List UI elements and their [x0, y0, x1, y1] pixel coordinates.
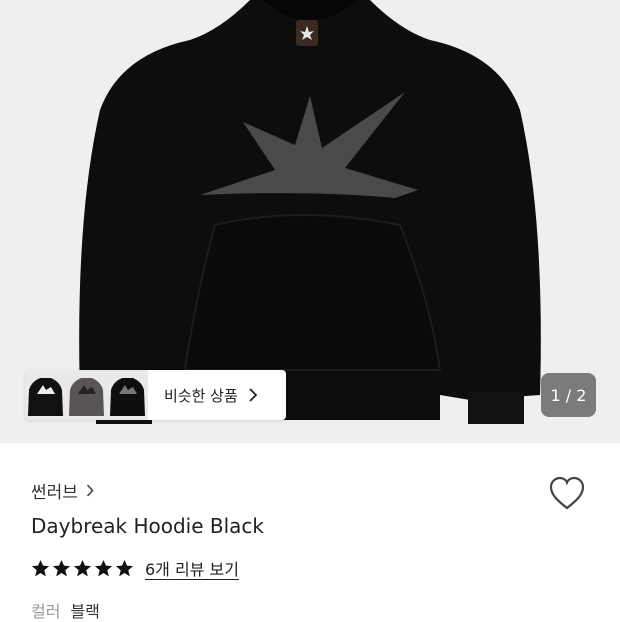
option-value: 블랙	[70, 602, 100, 621]
view-reviews-link[interactable]: 6개 리뷰 보기	[145, 556, 239, 580]
similar-thumbnail-grey	[66, 370, 107, 420]
star-icon	[73, 559, 92, 576]
rating-row: 6개 리뷰 보기	[31, 556, 239, 580]
star-icon	[94, 559, 113, 576]
similar-thumbnail-black-white	[25, 370, 66, 420]
image-pager: 1 / 2	[541, 373, 596, 417]
similar-thumbnails	[25, 370, 148, 420]
star-icon	[52, 559, 71, 576]
star-rating	[31, 559, 136, 578]
chevron-right-icon	[86, 484, 94, 497]
star-icon	[31, 559, 50, 576]
similar-products-text: 비슷한 상품	[164, 386, 238, 405]
product-title: Daybreak Hoodie Black	[31, 514, 265, 538]
similar-products-label: 비슷한 상품	[164, 385, 257, 406]
option-label: 컬러	[31, 602, 61, 621]
star-icon	[115, 559, 134, 576]
brand-name: 썬러브	[31, 483, 78, 503]
brand-link[interactable]: 썬러브	[31, 478, 94, 503]
similar-thumbnail-black-grey	[107, 370, 148, 420]
color-option: 컬러 블랙	[31, 598, 100, 622]
similar-products-button[interactable]: 비슷한 상품	[25, 370, 286, 420]
chevron-right-icon	[249, 388, 257, 402]
heart-icon[interactable]	[548, 475, 586, 511]
product-image-carousel[interactable]: 비슷한 상품 1 / 2	[0, 0, 620, 443]
